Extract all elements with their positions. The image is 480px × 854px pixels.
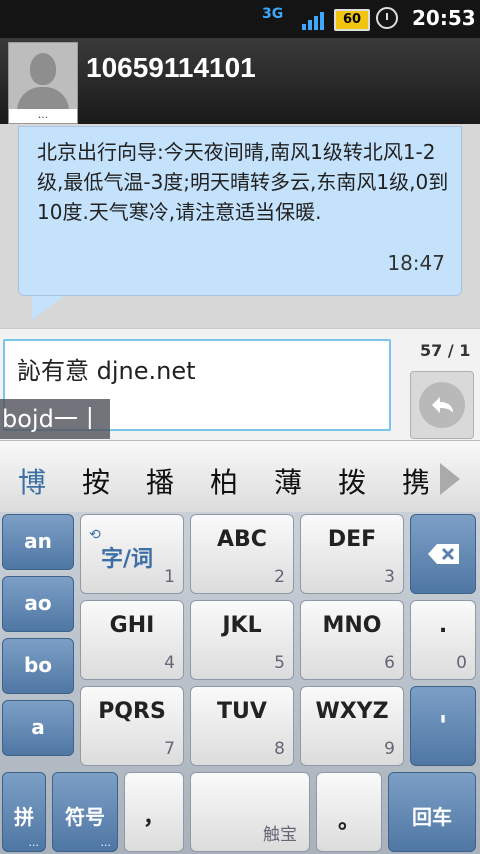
- key-word-switch[interactable]: ⟲ 字/词 1: [80, 514, 184, 594]
- avatar-head: [30, 53, 56, 85]
- message-list[interactable]: 北京出行向导:今天夜间晴,南风1级转北风1-2级,最低气温-3度;明天晴转多云,…: [0, 124, 480, 328]
- candidate-6[interactable]: 拨: [338, 461, 366, 501]
- more-candidates-arrow-icon[interactable]: [440, 463, 460, 495]
- alarm-icon: [376, 7, 398, 29]
- symbol-key[interactable]: 符号 ...: [52, 772, 118, 852]
- comma-key[interactable]: ，: [124, 772, 184, 852]
- pinyin-option-2[interactable]: ao: [2, 576, 74, 632]
- space-key[interactable]: 触宝: [190, 772, 310, 852]
- key-ghi[interactable]: GHI 4: [80, 600, 184, 680]
- backspace-icon: [428, 544, 459, 564]
- compose-area: 訫有意 djne.net bojd一丨 57 / 1: [0, 328, 480, 441]
- switch-icon: ⟲: [89, 527, 101, 543]
- message-bubble[interactable]: 北京出行向导:今天夜间晴,南风1级转北风1-2级,最低气温-3度;明天晴转多云,…: [18, 126, 462, 296]
- message-text: 北京出行向导:今天夜间晴,南风1级转北风1-2级,最低气温-3度;明天晴转多云,…: [37, 140, 449, 224]
- key-mno[interactable]: MNO 6: [300, 600, 404, 680]
- candidate-4[interactable]: 柏: [210, 461, 238, 501]
- pinyin-option-1[interactable]: an: [2, 514, 74, 570]
- candidate-3[interactable]: 播: [146, 461, 174, 501]
- key-abc[interactable]: ABC 2: [190, 514, 294, 594]
- enter-key[interactable]: 回车: [388, 772, 476, 852]
- period-key[interactable]: 。: [316, 772, 382, 852]
- pinyin-option-3[interactable]: bo: [2, 638, 74, 694]
- contact-avatar[interactable]: ...: [8, 42, 78, 124]
- signal-icon: [302, 8, 324, 30]
- key-def[interactable]: DEF 3: [300, 514, 404, 594]
- key-tuv[interactable]: TUV 8: [190, 686, 294, 766]
- send-button[interactable]: [410, 371, 474, 439]
- pinyin-option-4[interactable]: a: [2, 700, 74, 756]
- battery-icon: 60: [334, 9, 370, 31]
- key-dot-zero[interactable]: . 0: [410, 600, 476, 680]
- status-bar: 3G 60 20:53: [0, 0, 480, 38]
- network-type: 3G: [262, 6, 284, 22]
- key-pqrs[interactable]: PQRS 7: [80, 686, 184, 766]
- input-text: 訫有意 djne.net: [17, 357, 196, 385]
- contact-number: 10659114101: [86, 52, 256, 83]
- pinyin-composition: bojd一丨: [0, 399, 110, 439]
- candidate-1[interactable]: 博: [18, 461, 46, 501]
- status-time: 20:53: [412, 6, 476, 30]
- send-icon: [419, 382, 465, 428]
- backspace-button[interactable]: [410, 514, 476, 594]
- key-wxyz[interactable]: WXYZ 9: [300, 686, 404, 766]
- avatar-more: ...: [9, 109, 77, 123]
- key-jkl[interactable]: JKL 5: [190, 600, 294, 680]
- character-counter: 57 / 1: [420, 341, 471, 360]
- message-time: 18:47: [387, 251, 445, 275]
- candidate-bar: 博 按 播 柏 薄 拨 携: [0, 440, 480, 513]
- keyboard: an ao bo a ⟲ 字/词 1 ABC 2 DEF 3 GHI 4 JKL…: [0, 512, 480, 854]
- bubble-tail: [32, 296, 64, 320]
- candidate-7[interactable]: 携: [402, 461, 428, 501]
- pinyin-mode-key[interactable]: 拼 ...: [2, 772, 46, 852]
- candidate-5[interactable]: 薄: [274, 461, 302, 501]
- candidate-2[interactable]: 按: [82, 461, 110, 501]
- conversation-header: ... 10659114101: [0, 38, 480, 124]
- key-apostrophe[interactable]: ': [410, 686, 476, 766]
